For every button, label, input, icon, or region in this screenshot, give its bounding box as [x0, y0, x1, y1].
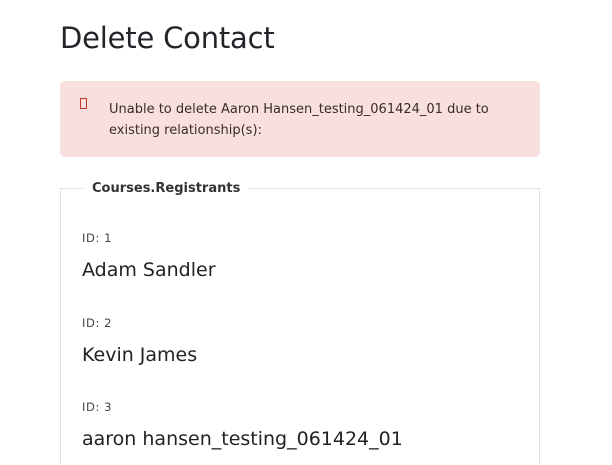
delete-contact-page: Delete Contact Unable to delete Aaron Ha… [0, 0, 612, 465]
relationship-fieldset: Courses.Registrants ID: 1 Adam Sandler I… [60, 180, 540, 465]
alert-message: Unable to delete Aaron Hansen_testing_06… [109, 102, 489, 138]
relationship-legend: Courses.Registrants [83, 180, 250, 197]
page-title: Delete Contact [60, 21, 275, 55]
record-id: ID: 1 [82, 231, 113, 245]
record-name: Kevin James [82, 344, 198, 366]
related-record: ID: 1 Adam Sandler [82, 231, 216, 282]
record-name: aaron hansen_testing_061424_01 [82, 428, 403, 450]
related-record: ID: 2 Kevin James [82, 316, 197, 367]
record-id: ID: 3 [82, 400, 113, 414]
error-alert: Unable to delete Aaron Hansen_testing_06… [60, 81, 540, 157]
related-record: ID: 3 aaron hansen_testing_061424_01 [82, 400, 403, 451]
record-id: ID: 2 [82, 316, 113, 330]
record-name: Adam Sandler [82, 259, 216, 281]
warning-icon [80, 98, 87, 109]
